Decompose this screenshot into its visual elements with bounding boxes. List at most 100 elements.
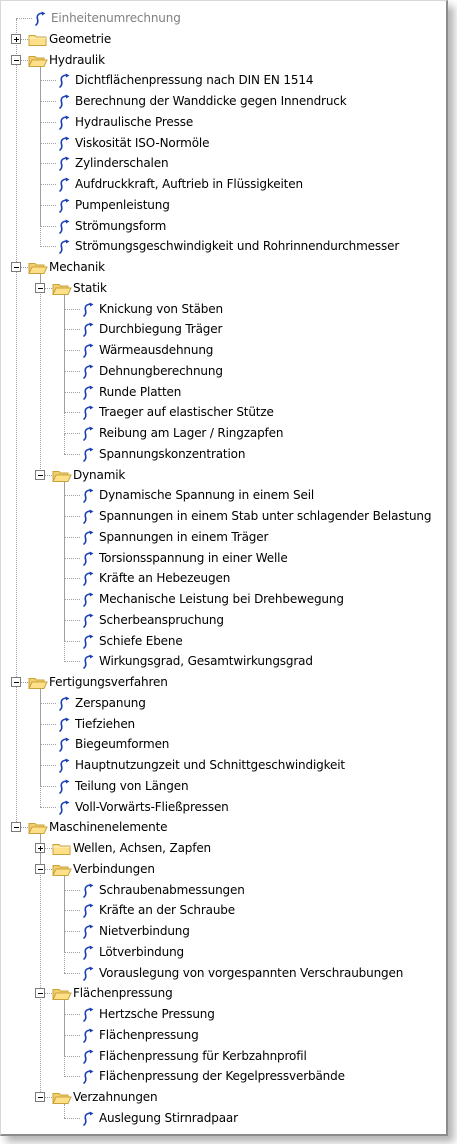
tree-folder[interactable]: Mechanik — [1, 257, 446, 278]
tree-connector-line — [64, 1055, 80, 1057]
tree-item-label: Strömungsgeschwindigkeit und Rohrinnendu… — [75, 239, 400, 254]
tree-item[interactable]: Kräfte an der Schraube — [1, 900, 446, 921]
tree-folder[interactable]: Verzahnungen — [1, 1087, 446, 1108]
tree-item[interactable]: Wärmeausdehnung — [1, 340, 446, 361]
tree-item[interactable]: Strömungsgeschwindigkeit und Rohrinnendu… — [1, 236, 446, 257]
tree-item[interactable]: Schraubenabmessungen — [1, 880, 446, 901]
tree-item[interactable]: Zylinderschalen — [1, 153, 446, 174]
tree-item[interactable]: Flächenpressung der Kegelpressverbände — [1, 1066, 446, 1087]
tree-connector-line — [64, 640, 80, 642]
tree-item[interactable]: Hydraulische Presse — [1, 112, 446, 133]
tree-item[interactable]: Einheitenumrechnung — [1, 8, 446, 29]
tree-connector-line — [40, 121, 56, 123]
tree-item[interactable]: Reibung am Lager / Ringzapfen — [1, 423, 446, 444]
tree-item-label: Mechanik — [49, 260, 105, 274]
tree-item[interactable]: Biegeumformen — [1, 734, 446, 755]
tree-connector-line — [64, 557, 80, 559]
tree-item-label: Schraubenabmessungen — [99, 882, 245, 897]
tree-item[interactable]: Nietverbindung — [1, 921, 446, 942]
tree-item-label: Fertigungsverfahren — [49, 675, 168, 689]
tree-connector-line — [40, 246, 56, 248]
collapse-toggle-icon[interactable] — [35, 282, 45, 293]
collapse-toggle-icon[interactable] — [11, 54, 21, 65]
tree-item-label: Teilung von Längen — [75, 778, 189, 793]
tree-item[interactable]: Knickung von Stäben — [1, 299, 446, 320]
tree-connector-line — [64, 1117, 80, 1119]
tree-item-label: Zerspanung — [75, 695, 146, 710]
tree-folder[interactable]: Wellen, Achsen, Zapfen — [1, 838, 446, 859]
tree-connector-line — [40, 225, 56, 227]
tree-connector-line — [64, 661, 80, 663]
collapse-toggle-icon[interactable] — [35, 469, 45, 480]
tree-item-label: Dynamische Spannung in einem Seil — [99, 488, 315, 503]
tree-item-label: Flächenpressung — [99, 1027, 199, 1042]
tree-item-label: Spannungen in einem Träger — [99, 529, 269, 544]
tree-item-label: Spannungen in einem Stab unter schlagend… — [99, 509, 432, 523]
collapse-toggle-icon[interactable] — [11, 677, 21, 687]
tree-item[interactable]: Teilung von Längen — [1, 776, 446, 797]
tree-item[interactable]: Mechanische Leistung bei Drehbewegung — [1, 589, 446, 610]
tree-item[interactable]: Wirkungsgrad, Gesamtwirkungsgrad — [1, 651, 446, 672]
tree-item[interactable]: Dichtflächenpressung nach DIN EN 1514 — [1, 70, 446, 91]
tree-item-label: Aufdruckkraft, Auftrieb in Flüssigkeiten — [75, 177, 303, 191]
tree-connector-line — [64, 329, 80, 331]
tree-item[interactable]: Schiefe Ebene — [1, 631, 446, 652]
tree-item-label: Durchbiegung Träger — [99, 322, 223, 337]
tree-connector-line — [40, 702, 56, 704]
collapse-toggle-icon[interactable] — [35, 863, 45, 874]
tree-item[interactable]: Viskosität ISO-Normöle — [1, 133, 446, 154]
tree-item[interactable]: Voll-Vorwärts-Fließpressen — [1, 797, 446, 818]
tree-connector-line — [64, 1014, 80, 1015]
tree-item-label: Dehnungberechnung — [99, 363, 223, 378]
tree-item[interactable]: Zerspanung — [1, 693, 446, 714]
tree-folder[interactable]: Dynamik — [1, 465, 446, 486]
tree-item[interactable]: Vorauslegung von vorgespannten Verschrau… — [1, 963, 446, 984]
tree-item[interactable]: Flächenpressung für Kerbzahnprofil — [1, 1046, 446, 1067]
tree-item-label: Hertzsche Pressung — [99, 1007, 215, 1021]
collapse-toggle-icon[interactable] — [11, 262, 21, 272]
expand-toggle-icon[interactable] — [35, 843, 45, 853]
tree-connector-line — [40, 101, 56, 102]
tree-folder[interactable]: Maschinenelemente — [1, 817, 446, 838]
tree-folder[interactable]: Geometrie — [1, 29, 446, 50]
tree-item[interactable]: Lötverbindung — [1, 942, 446, 963]
tree-item[interactable]: Aufdruckkraft, Auftrieb in Flüssigkeiten — [1, 174, 446, 195]
tree-folder[interactable]: Verbindungen — [1, 859, 446, 880]
tree-folder[interactable]: Fertigungsverfahren — [1, 672, 446, 693]
tree-item[interactable]: Auslegung Stirnradpaar — [1, 1108, 446, 1129]
tree-connector-line — [40, 806, 56, 808]
tree-item-label: Biegeumformen — [75, 737, 170, 752]
tree-item-label: Verzahnungen — [73, 1090, 158, 1104]
tree-item[interactable]: Kräfte an Hebezeugen — [1, 568, 446, 589]
tree-item[interactable]: Hauptnutzungzeit und Schnittgeschwindigk… — [1, 755, 446, 776]
tree-item[interactable]: Pumpenleistung — [1, 195, 446, 216]
collapse-toggle-icon[interactable] — [35, 1092, 45, 1102]
tree-folder[interactable]: Hydraulik — [1, 50, 446, 71]
tree-item[interactable]: Traeger auf elastischer Stütze — [1, 402, 446, 423]
tree-item[interactable]: Dehnungberechnung — [1, 361, 446, 382]
expand-toggle-icon[interactable] — [11, 33, 21, 44]
tree-item-label: Schiefe Ebene — [99, 633, 183, 648]
collapse-toggle-icon[interactable] — [11, 822, 21, 833]
tree-item[interactable]: Runde Platten — [1, 382, 446, 403]
tree-item[interactable]: Berechnung der Wanddicke gegen Innendruc… — [1, 91, 446, 112]
tree-item[interactable]: Dynamische Spannung in einem Seil — [1, 485, 446, 506]
tree-item[interactable]: Durchbiegung Träger — [1, 319, 446, 340]
tree-item[interactable]: Flächenpressung — [1, 1025, 446, 1046]
tree-item-label: Viskosität ISO-Normöle — [75, 135, 210, 150]
tree-item[interactable]: Spannungen in einem Träger — [1, 527, 446, 548]
tree-item-label: Hydraulische Presse — [75, 114, 194, 129]
tree-item[interactable]: Hertzsche Pressung — [1, 1004, 446, 1025]
tree-item[interactable]: Tiefziehen — [1, 714, 446, 735]
tree-item[interactable]: Scherbeanspruchung — [1, 610, 446, 631]
tree-connector-line — [64, 495, 80, 497]
tree-item[interactable]: Strömungsform — [1, 216, 446, 237]
tree-item[interactable]: Spannungskonzentration — [1, 444, 446, 465]
tree-connector-line — [64, 931, 80, 932]
tree-folder[interactable]: Statik — [1, 278, 446, 299]
tree-item[interactable]: Torsionsspannung in einer Welle — [1, 548, 446, 569]
tree-view[interactable]: Einheitenumrechnung Geometrie Hydraulik Dic… — [1, 1, 446, 1134]
collapse-toggle-icon[interactable] — [35, 988, 45, 999]
tree-item[interactable]: Spannungen in einem Stab unter schlagend… — [1, 506, 446, 527]
tree-folder[interactable]: Flächenpressung — [1, 983, 446, 1004]
